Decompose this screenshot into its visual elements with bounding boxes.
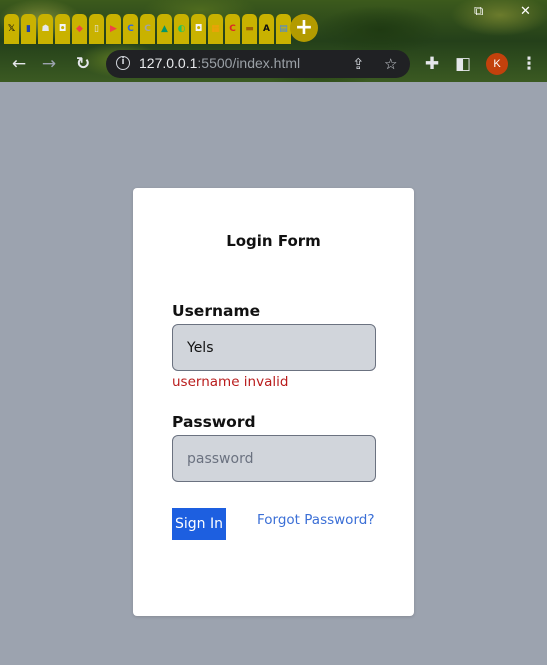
username-input[interactable] — [172, 324, 376, 371]
side-panel-icon[interactable]: ◧ — [452, 53, 474, 75]
browser-tab[interactable]: ▦ — [208, 14, 223, 44]
tab-strip: 𝕏 ▮ ☗ ◘ ◆ ▯ ▶ C C ▲ ◐ ◘ ▦ C ▬ A ▤ — [4, 14, 291, 44]
x-icon: 𝕏 — [7, 24, 16, 34]
browser-tab[interactable]: 𝕏 — [4, 14, 19, 44]
address-bar[interactable]: i 127.0.0.1:5500/index.html ⇪ ☆ — [106, 50, 410, 78]
flask-icon: ☗ — [41, 24, 50, 34]
url-text: 127.0.0.1:5500/index.html — [139, 55, 301, 71]
browser-tab[interactable]: C — [140, 14, 155, 44]
cup-icon: ◘ — [58, 24, 67, 34]
share-icon[interactable]: ⇪ — [352, 55, 365, 73]
arrow-icon: ▲ — [161, 24, 168, 34]
extensions-icon[interactable]: ✚ — [421, 53, 443, 75]
browser-tab[interactable]: ▯ — [89, 14, 104, 44]
site-info-icon[interactable]: i — [116, 56, 130, 70]
browser-tab[interactable]: C — [123, 14, 138, 44]
bookmark-star-icon[interactable]: ☆ — [384, 55, 397, 73]
password-label: Password — [172, 413, 256, 431]
youtube-icon: ▶ — [110, 24, 117, 34]
browser-tab[interactable]: ◘ — [191, 14, 206, 44]
browser-tab[interactable]: ☗ — [38, 14, 53, 44]
back-icon[interactable]: ← — [8, 53, 30, 75]
shield-icon: ◆ — [76, 24, 83, 34]
a-icon: A — [263, 24, 270, 34]
bottle-icon: ▯ — [94, 24, 99, 34]
c-icon: C — [144, 24, 151, 34]
username-label: Username — [172, 302, 261, 320]
leaf-icon: ◐ — [177, 24, 186, 34]
form-title: Login Form — [226, 232, 321, 250]
browser-tab[interactable]: A — [259, 14, 274, 44]
browser-tab[interactable]: ▤ — [276, 14, 291, 44]
browser-tab[interactable]: ▬ — [242, 14, 257, 44]
c-icon: C — [229, 24, 236, 34]
forward-icon[interactable]: → — [38, 53, 60, 75]
close-window-icon[interactable]: ✕ — [520, 4, 531, 19]
username-error-message: username invalid — [172, 374, 289, 390]
browser-chrome: 𝕏 ▮ ☗ ◘ ◆ ▯ ▶ C C ▲ ◐ ◘ ▦ C ▬ A ▤ + ⧉ ✕ ← → ↻ i 127.0.0.… — [0, 0, 547, 82]
c-icon: C — [127, 24, 134, 34]
browser-tab[interactable]: ◐ — [174, 14, 189, 44]
menu-kebab-icon[interactable]: ⋮ — [518, 53, 540, 75]
folder-icon: ▬ — [245, 24, 254, 34]
browser-tab[interactable]: ▶ — [106, 14, 121, 44]
doc-icon: ▤ — [279, 24, 288, 34]
browser-tab[interactable]: ▲ — [157, 14, 172, 44]
browser-tab[interactable]: ◘ — [55, 14, 70, 44]
password-input[interactable] — [172, 435, 376, 482]
browser-tab[interactable]: ▮ — [21, 14, 36, 44]
cup-icon: ◘ — [194, 24, 203, 34]
forgot-password-link[interactable]: Forgot Password? — [257, 512, 375, 528]
image-icon: ▦ — [211, 24, 220, 34]
login-card: Login Form Username username invalid Pas… — [133, 188, 414, 616]
profile-avatar[interactable]: K — [486, 53, 508, 75]
browser-toolbar: ← → ↻ i 127.0.0.1:5500/index.html ⇪ ☆ ✚ … — [0, 46, 547, 82]
restore-window-icon[interactable]: ⧉ — [474, 4, 483, 19]
new-tab-button[interactable]: + — [290, 14, 318, 42]
reload-icon[interactable]: ↻ — [72, 53, 94, 75]
doc-icon: ▮ — [26, 24, 31, 34]
browser-tab[interactable]: C — [225, 14, 240, 44]
sign-in-button[interactable]: Sign In — [172, 508, 226, 540]
browser-tab[interactable]: ◆ — [72, 14, 87, 44]
